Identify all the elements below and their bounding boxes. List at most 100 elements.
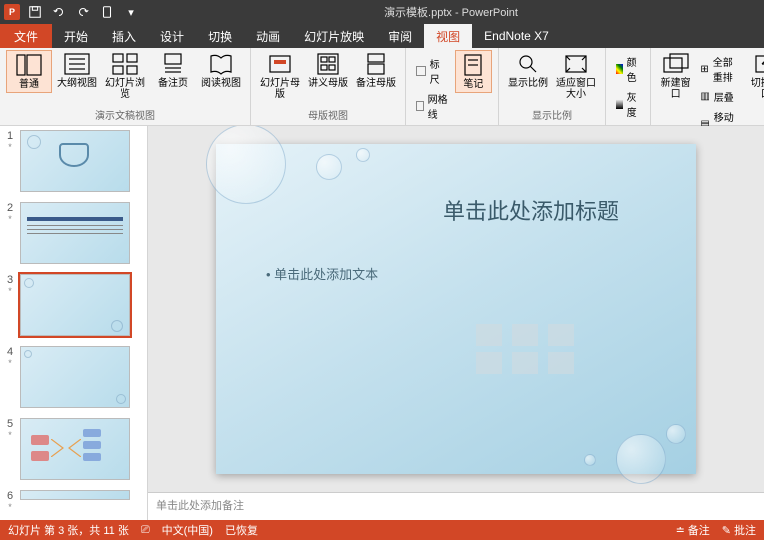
slide-thumbnail-panel[interactable]: 1* 2* 3* 4* — [0, 126, 148, 520]
outline-view-button[interactable]: 大纲视图 — [54, 50, 100, 91]
group-color-grayscale: 颜色 灰度 黑白模式 颜色/灰度 — [606, 48, 651, 125]
tab-animations[interactable]: 动画 — [244, 24, 292, 48]
restore-status: 已恢复 — [225, 522, 258, 538]
new-window-button[interactable]: 新建窗口 — [657, 50, 694, 102]
qat-dropdown-icon[interactable]: ▾ — [120, 1, 142, 23]
decoration-bubble — [584, 454, 596, 466]
handout-master-button[interactable]: 讲义母版 — [305, 50, 351, 91]
arrange-icon: ⊞ — [700, 64, 708, 75]
zoom-icon — [514, 52, 542, 76]
cascade-button[interactable]: ▥层叠 — [696, 87, 745, 106]
color-button[interactable]: 颜色 — [612, 52, 644, 86]
insert-chart-icon[interactable] — [512, 324, 538, 346]
window-title: 演示模板.pptx - PowerPoint — [142, 4, 760, 20]
save-icon[interactable] — [24, 1, 46, 23]
thumbnail-row: 6* — [4, 490, 143, 512]
group-label: 显示比例 — [505, 106, 599, 123]
tab-view[interactable]: 视图 — [424, 24, 472, 48]
decoration-bubble — [666, 424, 686, 444]
title-bar: P ▾ 演示模板.pptx - PowerPoint — [0, 0, 764, 24]
decoration-bubble — [316, 154, 342, 180]
tab-slideshow[interactable]: 幻灯片放映 — [292, 24, 376, 48]
ruler-checkbox[interactable]: 标尺 — [412, 54, 453, 88]
handout-master-icon — [314, 52, 342, 76]
slide-sorter-button[interactable]: 幻灯片浏览 — [102, 50, 148, 102]
ribbon-tabs: 文件 开始 插入 设计 切换 动画 幻灯片放映 审阅 视图 EndNote X7 — [0, 24, 764, 48]
spellcheck-icon[interactable]: ⎚ — [141, 524, 150, 537]
grayscale-button[interactable]: 灰度 — [612, 87, 644, 121]
tab-file[interactable]: 文件 — [0, 24, 52, 48]
tab-insert[interactable]: 插入 — [100, 24, 148, 48]
thumbnail-row: 2* — [4, 202, 143, 264]
zoom-button[interactable]: 显示比例 — [505, 50, 551, 91]
tab-design[interactable]: 设计 — [148, 24, 196, 48]
status-notes-button[interactable]: ≐ 备注 — [676, 522, 710, 538]
slide-master-button[interactable]: 幻灯片母版 — [257, 50, 303, 102]
redo-icon[interactable] — [72, 1, 94, 23]
color-icon — [616, 64, 623, 74]
switch-windows-button[interactable]: 切换窗口 — [747, 50, 764, 102]
notes-icon — [459, 53, 487, 77]
status-bar: 幻灯片 第 3 张，共 11 张 ⎚ 中文(中国) 已恢复 ≐ 备注 ✎ 批注 — [0, 520, 764, 540]
notes-pane[interactable]: 单击此处添加备注 — [148, 492, 764, 520]
tab-endnote[interactable]: EndNote X7 — [472, 24, 561, 48]
decoration-bubble — [356, 148, 370, 162]
tab-review[interactable]: 审阅 — [376, 24, 424, 48]
insert-video-icon[interactable] — [548, 352, 574, 374]
quick-access-toolbar: ▾ — [24, 1, 142, 23]
new-window-icon — [662, 52, 690, 76]
slide-thumbnail[interactable] — [20, 490, 130, 500]
slide-canvas-area[interactable]: 单击此处添加标题 • 单击此处添加文本 — [148, 126, 764, 492]
normal-view-button[interactable]: 普通 — [6, 50, 52, 93]
insert-smartart-icon[interactable] — [548, 324, 574, 346]
outline-view-icon — [63, 52, 91, 76]
notes-master-button[interactable]: 备注母版 — [353, 50, 399, 91]
thumbnail-number: 5* — [4, 418, 16, 480]
reading-view-icon — [207, 52, 235, 76]
content-placeholder-icons[interactable] — [476, 324, 578, 374]
undo-icon[interactable] — [48, 1, 70, 23]
thumbnail-number: 2* — [4, 202, 16, 264]
language-indicator[interactable]: 中文(中国) — [162, 522, 213, 538]
fit-window-button[interactable]: 适应窗口大小 — [553, 50, 599, 102]
tab-home[interactable]: 开始 — [52, 24, 100, 48]
touch-mode-icon[interactable] — [96, 1, 118, 23]
tab-transitions[interactable]: 切换 — [196, 24, 244, 48]
title-placeholder[interactable]: 单击此处添加标题 — [396, 194, 666, 226]
arrange-all-button[interactable]: ⊞全部重排 — [696, 52, 745, 86]
thumbnail-row: 4* — [4, 346, 143, 408]
slide-canvas[interactable]: 单击此处添加标题 • 单击此处添加文本 — [216, 144, 696, 474]
checkbox-icon — [416, 101, 424, 111]
gridlines-checkbox[interactable]: 网格线 — [412, 89, 453, 123]
group-window: 新建窗口 ⊞全部重排 ▥层叠 ▤移动拆分 切换窗口 窗口 — [651, 48, 764, 125]
thumbnail-number: 3* — [4, 274, 16, 336]
insert-online-picture-icon[interactable] — [512, 352, 538, 374]
thumbnail-row: 3* — [4, 274, 143, 336]
insert-picture-icon[interactable] — [476, 352, 502, 374]
app-icon: P — [4, 4, 20, 20]
slide-counter[interactable]: 幻灯片 第 3 张，共 11 张 — [8, 522, 129, 538]
group-zoom: 显示比例 适应窗口大小 显示比例 — [499, 48, 606, 125]
slide-thumbnail[interactable] — [20, 274, 130, 336]
grayscale-icon — [616, 99, 623, 109]
slide-thumbnail[interactable] — [20, 346, 130, 408]
insert-table-icon[interactable] — [476, 324, 502, 346]
body-placeholder[interactable]: • 单击此处添加文本 — [266, 264, 666, 283]
slide-master-icon — [266, 52, 294, 76]
workspace: 1* 2* 3* 4* — [0, 126, 764, 520]
decoration-bubble — [206, 126, 286, 204]
decoration-bubble — [616, 434, 666, 484]
status-comments-button[interactable]: ✎ 批注 — [722, 522, 756, 538]
notes-page-icon — [159, 52, 187, 76]
slide-thumbnail[interactable] — [20, 202, 130, 264]
notes-page-button[interactable]: 备注页 — [150, 50, 196, 91]
group-label: 母版视图 — [257, 106, 399, 123]
slide-thumbnail[interactable] — [20, 130, 130, 192]
thumbnail-number: 1* — [4, 130, 16, 192]
thumbnail-number: 4* — [4, 346, 16, 408]
thumbnail-row: 5* — [4, 418, 143, 480]
slide-thumbnail[interactable] — [20, 418, 130, 480]
reading-view-button[interactable]: 阅读视图 — [198, 50, 244, 91]
notes-button[interactable]: 笔记 — [455, 50, 492, 93]
thumbnail-number: 6* — [4, 490, 16, 512]
